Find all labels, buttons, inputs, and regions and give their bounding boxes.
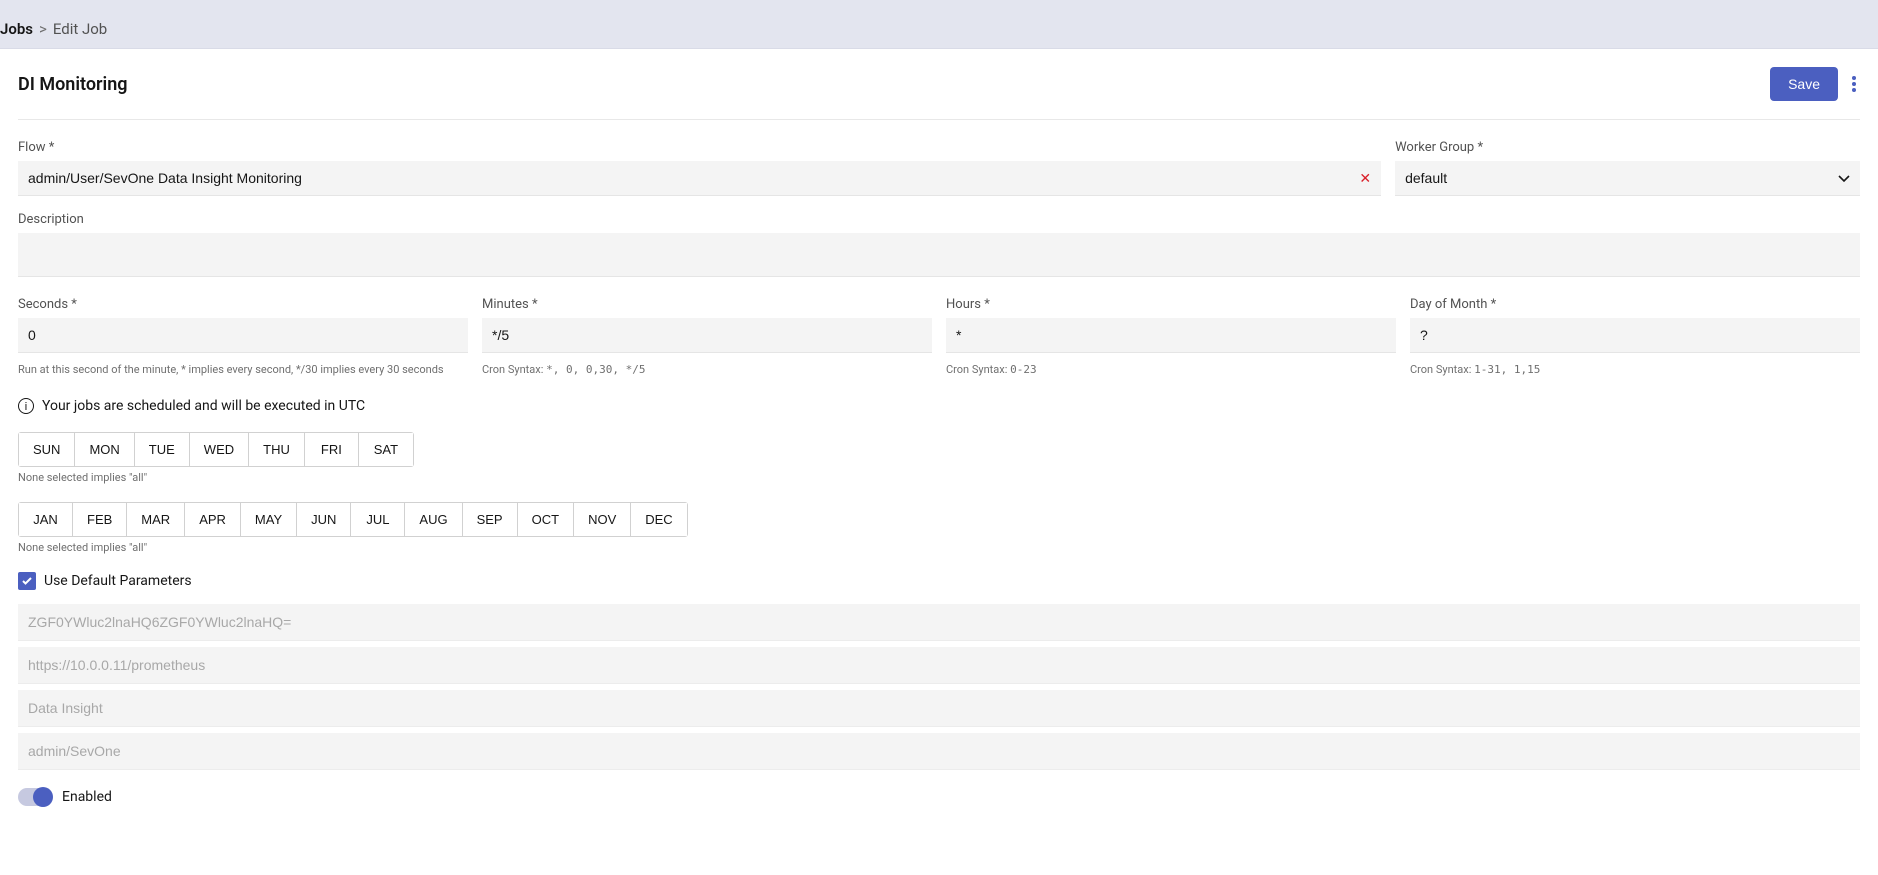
minutes-label: Minutes: [482, 297, 932, 312]
dom-input[interactable]: [1410, 318, 1860, 353]
day-toggle-wed[interactable]: WED: [190, 433, 249, 466]
enabled-toggle[interactable]: [18, 788, 52, 806]
day-toggle-mon[interactable]: MON: [75, 433, 134, 466]
month-toggle-jul[interactable]: JUL: [351, 503, 405, 536]
month-toggle-feb[interactable]: FEB: [73, 503, 127, 536]
months-helper: None selected implies "all": [18, 541, 1860, 554]
month-toggle-oct[interactable]: OCT: [518, 503, 574, 536]
days-of-week-group: SUNMONTUEWEDTHUFRISAT: [18, 432, 414, 467]
utc-note-text: Your jobs are scheduled and will be exec…: [42, 398, 365, 414]
chevron-right-icon: >: [39, 20, 47, 38]
description-input[interactable]: [18, 233, 1860, 277]
hours-input[interactable]: [946, 318, 1396, 353]
use-default-params-checkbox[interactable]: [18, 572, 36, 590]
month-toggle-dec[interactable]: DEC: [631, 503, 686, 536]
hours-helper: Cron Syntax: 0-23: [946, 363, 1396, 376]
default-param-1: [18, 647, 1860, 684]
month-toggle-jun[interactable]: JUN: [297, 503, 351, 536]
breadcrumb: Jobs > Edit Job: [0, 10, 1878, 49]
description-label: Description: [18, 212, 1860, 227]
default-param-3: [18, 733, 1860, 770]
month-toggle-aug[interactable]: AUG: [405, 503, 462, 536]
seconds-label: Seconds: [18, 297, 468, 312]
enabled-label: Enabled: [62, 789, 112, 805]
day-toggle-sat[interactable]: SAT: [359, 433, 413, 466]
breadcrumb-root[interactable]: Jobs: [0, 20, 33, 38]
month-toggle-jan[interactable]: JAN: [19, 503, 73, 536]
flow-label: Flow: [18, 140, 1381, 155]
page-title: DI Monitoring: [18, 74, 128, 95]
use-default-params-label: Use Default Parameters: [44, 573, 192, 589]
month-toggle-may[interactable]: MAY: [241, 503, 297, 536]
day-toggle-fri[interactable]: FRI: [305, 433, 359, 466]
minutes-input[interactable]: [482, 318, 932, 353]
default-param-2: [18, 690, 1860, 727]
month-toggle-apr[interactable]: APR: [185, 503, 241, 536]
day-toggle-thu[interactable]: THU: [249, 433, 305, 466]
worker-group-label: Worker Group: [1395, 140, 1860, 155]
month-toggle-mar[interactable]: MAR: [127, 503, 185, 536]
default-param-0: [18, 604, 1860, 641]
clear-flow-icon[interactable]: ✕: [1359, 171, 1371, 187]
breadcrumb-current: Edit Job: [53, 20, 107, 38]
seconds-input[interactable]: [18, 318, 468, 353]
more-actions-icon[interactable]: [1848, 72, 1860, 96]
save-button[interactable]: Save: [1770, 67, 1838, 101]
month-toggle-sep[interactable]: SEP: [463, 503, 518, 536]
dom-helper: Cron Syntax: 1-31, 1,15: [1410, 363, 1860, 376]
month-toggle-nov[interactable]: NOV: [574, 503, 631, 536]
day-toggle-tue[interactable]: TUE: [135, 433, 190, 466]
months-group: JANFEBMARAPRMAYJUNJULAUGSEPOCTNOVDEC: [18, 502, 688, 537]
hours-label: Hours: [946, 297, 1396, 312]
minutes-helper: Cron Syntax: *, 0, 0,30, */5: [482, 363, 932, 376]
worker-group-select[interactable]: [1395, 161, 1860, 196]
seconds-helper: Run at this second of the minute, * impl…: [18, 363, 468, 376]
info-icon: i: [18, 398, 34, 414]
days-helper: None selected implies "all": [18, 471, 1860, 484]
dom-label: Day of Month: [1410, 297, 1860, 312]
flow-input[interactable]: [18, 161, 1381, 196]
day-toggle-sun[interactable]: SUN: [19, 433, 75, 466]
